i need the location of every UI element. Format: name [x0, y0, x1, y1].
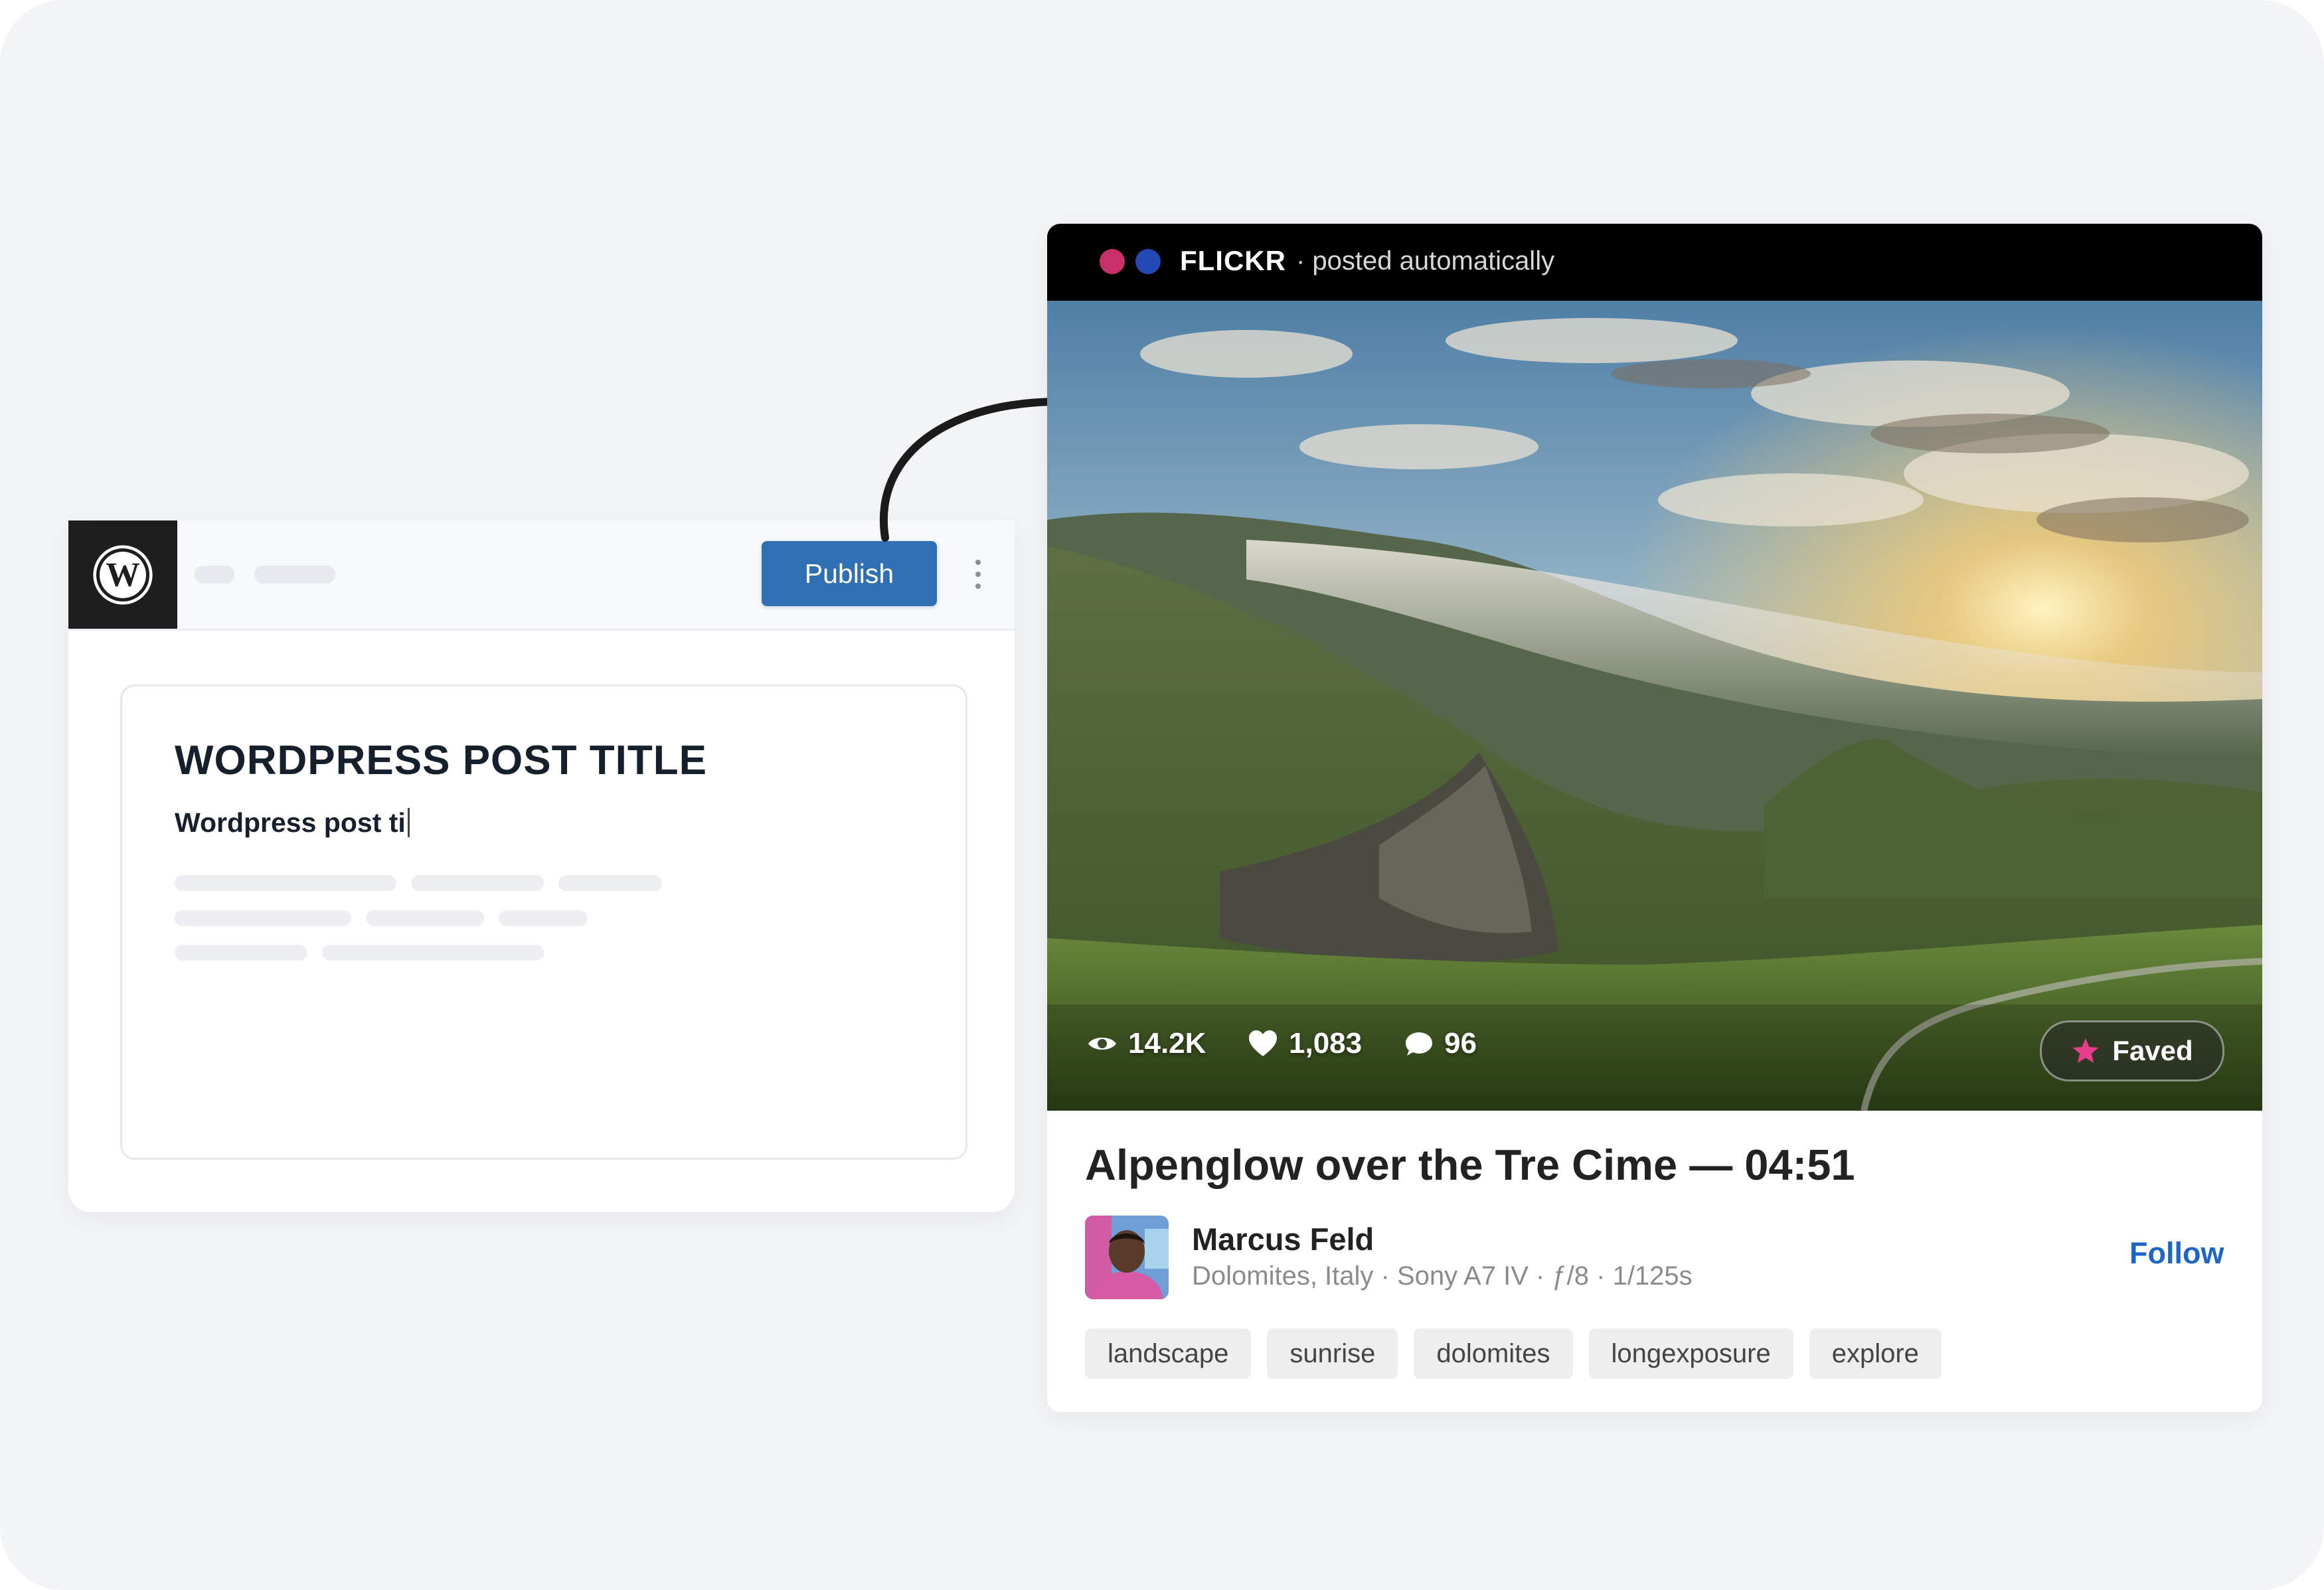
tag-chip[interactable]: sunrise: [1267, 1328, 1398, 1379]
text-placeholder-line: [175, 945, 307, 961]
text-placeholder-line: [175, 875, 396, 891]
toolbar-placeholder: [195, 566, 234, 584]
faved-button[interactable]: Faved: [2040, 1020, 2224, 1081]
faved-label: Faved: [2112, 1035, 2193, 1066]
landscape-photo[interactable]: [1047, 301, 2262, 1111]
wordpress-icon: W: [93, 544, 153, 605]
wordpress-editor-card: W Publish WORDPRESS POST TITLE Wordpress…: [68, 520, 1015, 1212]
text-placeholder-line: [499, 910, 588, 926]
tag-list: landscape sunrise dolomites longexposure…: [1085, 1328, 1942, 1379]
text-placeholder-line: [175, 910, 351, 926]
views-count: 14.2K: [1128, 1027, 1206, 1060]
text-placeholder-line: [558, 875, 662, 891]
post-body-input[interactable]: Wordpress post ti: [175, 807, 410, 838]
star-icon: [2072, 1038, 2099, 1063]
text-placeholder-line: [322, 945, 544, 961]
tag-chip[interactable]: longexposure: [1588, 1328, 1793, 1379]
eye-icon: [1088, 1038, 1116, 1050]
text-caret: [407, 808, 410, 837]
photo-title[interactable]: Alpenglow over the Tre Cime — 04:51: [1085, 1140, 1855, 1190]
text-placeholder-line: [411, 875, 544, 891]
tag-chip[interactable]: landscape: [1085, 1328, 1252, 1379]
svg-text:W: W: [106, 556, 140, 594]
post-body-text: Wordpress post ti: [175, 807, 406, 838]
author-name[interactable]: Marcus Feld: [1192, 1221, 1374, 1257]
tag-chip[interactable]: explore: [1809, 1328, 1942, 1379]
likes-count: 1,083: [1289, 1027, 1363, 1060]
text-placeholder-line: [366, 910, 484, 926]
heart-icon: [1249, 1030, 1277, 1056]
post-editor[interactable]: WORDPRESS POST TITLE Wordpress post ti: [120, 684, 967, 1160]
posted-automatically-label: · posted automatically: [1296, 246, 1555, 276]
author-avatar[interactable]: [1085, 1216, 1169, 1299]
flickr-header: FLICKR · posted automatically: [1047, 224, 2262, 301]
post-title[interactable]: WORDPRESS POST TITLE: [175, 737, 707, 784]
flickr-post-card: FLICKR · posted automatically 14.2K 1,08…: [1047, 224, 2262, 1412]
canvas-background: W Publish WORDPRESS POST TITLE Wordpress…: [0, 0, 2324, 1590]
tag-chip[interactable]: dolomites: [1414, 1328, 1573, 1379]
views-stat: 14.2K: [1087, 1017, 1206, 1070]
comments-count: 96: [1444, 1027, 1477, 1060]
toolbar-placeholder: [254, 566, 335, 584]
flickr-blue-dot: [1135, 249, 1161, 274]
comment-icon: [1406, 1032, 1432, 1056]
flickr-brand: FLICKR: [1180, 245, 1286, 276]
flickr-pink-dot: [1100, 249, 1125, 274]
wordpress-logo-button[interactable]: W: [68, 520, 177, 629]
follow-button[interactable]: Follow: [2129, 1236, 2224, 1271]
likes-stat[interactable]: 1,083: [1248, 1017, 1362, 1070]
photo-metadata: Dolomites, Italy · Sony A7 IV · ƒ/8 · 1/…: [1192, 1261, 1693, 1291]
comments-stat[interactable]: 96: [1404, 1017, 1477, 1070]
